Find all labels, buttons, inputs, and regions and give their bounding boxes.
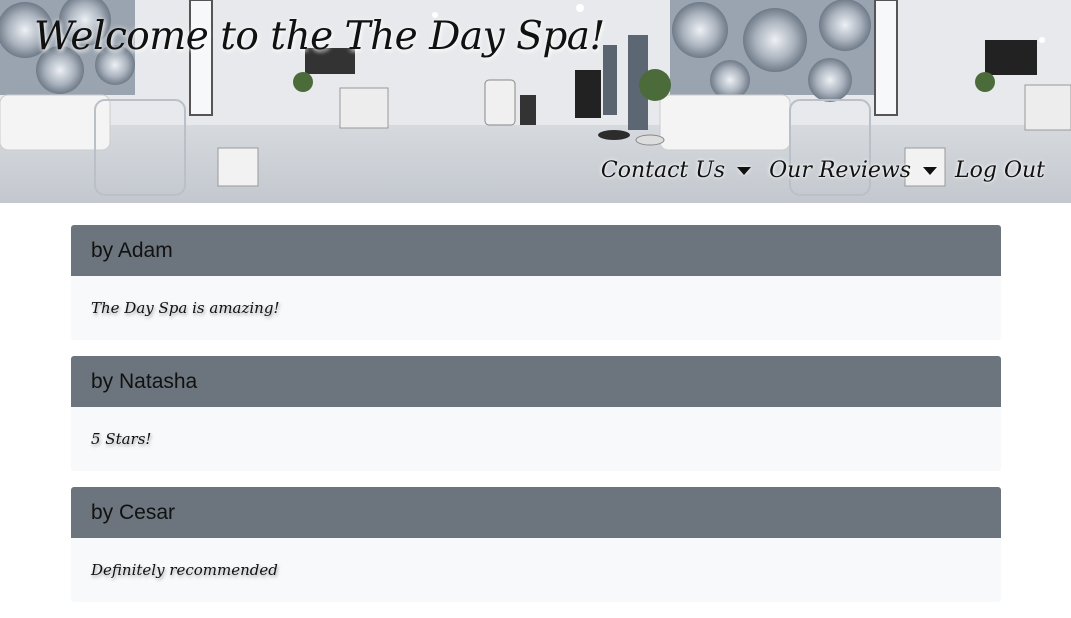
nav-log-out-label: Log Out	[955, 158, 1045, 183]
review-author: by Natasha	[91, 369, 198, 393]
review-card-header: by Natasha	[71, 356, 1001, 407]
review-card-body: 5 Stars!	[71, 407, 1001, 471]
review-author: by Adam	[91, 238, 173, 262]
nav-our-reviews-dropdown[interactable]: Our Reviews	[769, 158, 938, 183]
review-card: by Natasha 5 Stars!	[71, 356, 1001, 471]
nav-our-reviews-label: Our Reviews	[769, 158, 912, 183]
review-author: by Cesar	[91, 500, 176, 524]
nav-log-out-link[interactable]: Log Out	[955, 158, 1045, 183]
main-nav: Contact Us Our Reviews Log Out	[601, 158, 1045, 183]
review-card-header: by Cesar	[71, 487, 1001, 538]
review-card: by Cesar Definitely recommended	[71, 487, 1001, 602]
nav-contact-us-label: Contact Us	[600, 158, 726, 183]
header-banner: Welcome to the The Day Spa! Contact Us O…	[0, 0, 1071, 203]
review-card-header: by Adam	[71, 225, 1001, 276]
review-text: The Day Spa is amazing!	[91, 299, 280, 317]
reviews-list: by Adam The Day Spa is amazing! by Natas…	[71, 225, 1001, 618]
review-card-body: Definitely recommended	[71, 538, 1001, 602]
caret-down-icon	[923, 166, 938, 175]
review-text: Definitely recommended	[91, 561, 278, 579]
site-title: Welcome to the The Day Spa!	[34, 14, 605, 59]
review-card: by Adam The Day Spa is amazing!	[71, 225, 1001, 340]
review-text: 5 Stars!	[91, 430, 152, 448]
review-card-body: The Day Spa is amazing!	[71, 276, 1001, 340]
nav-contact-us-dropdown[interactable]: Contact Us	[600, 158, 752, 183]
caret-down-icon	[737, 166, 752, 175]
